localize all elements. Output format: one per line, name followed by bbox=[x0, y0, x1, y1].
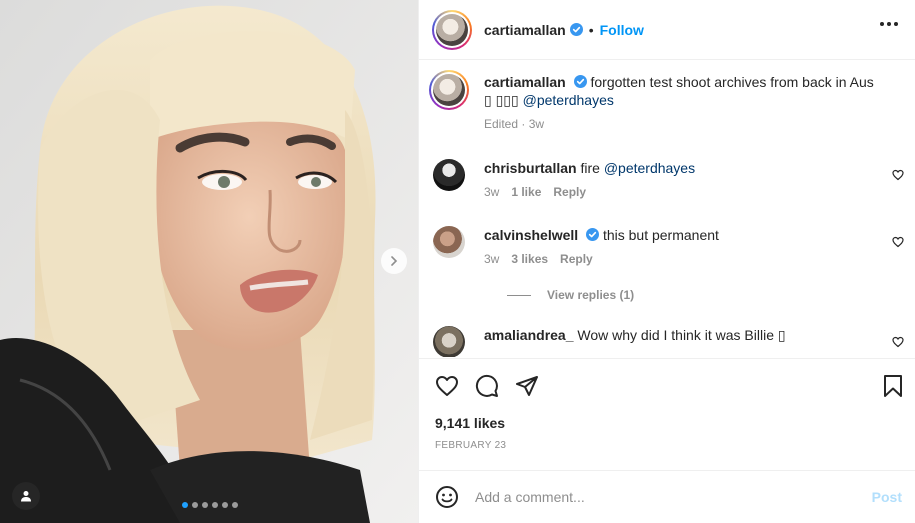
bookmark-icon[interactable] bbox=[881, 374, 905, 398]
commenter-avatar[interactable] bbox=[433, 326, 465, 357]
chevron-right-icon bbox=[391, 256, 398, 266]
next-photo-button[interactable] bbox=[381, 248, 407, 274]
carousel-dot bbox=[222, 502, 228, 508]
caption-time: 3w bbox=[528, 117, 545, 131]
carousel-dot bbox=[182, 502, 188, 508]
verified-badge-icon bbox=[586, 228, 600, 241]
view-replies-button[interactable]: View replies (1) bbox=[507, 288, 634, 302]
likes-count[interactable]: 9,141 likes bbox=[435, 415, 505, 431]
reply-button[interactable]: Reply bbox=[553, 185, 586, 199]
caption-row: cartiamallan forgotten test shoot archiv… bbox=[429, 70, 903, 131]
separator-dot: • bbox=[588, 21, 594, 38]
comment-input[interactable] bbox=[475, 489, 855, 505]
view-replies-label: View replies (1) bbox=[547, 288, 635, 302]
carousel-dot bbox=[202, 502, 208, 508]
comment-icon[interactable] bbox=[475, 374, 499, 398]
commenter-avatar[interactable] bbox=[433, 159, 465, 191]
comment-text: this but permanent bbox=[602, 227, 719, 243]
carousel-dot bbox=[212, 502, 218, 508]
author-avatar[interactable] bbox=[429, 70, 469, 110]
caption-mention[interactable]: @peterdhayes bbox=[523, 92, 614, 108]
comments-list[interactable]: cartiamallan forgotten test shoot archiv… bbox=[419, 61, 915, 357]
carousel-dot bbox=[232, 502, 238, 508]
edited-label: Edited bbox=[484, 117, 519, 131]
more-options-icon[interactable] bbox=[880, 22, 898, 26]
commenter-username[interactable]: chrisburtallan bbox=[484, 160, 577, 176]
post-media[interactable] bbox=[0, 0, 418, 523]
comment-row: chrisburtallan fire @peterdhayes 3w 1 li… bbox=[433, 159, 904, 199]
heart-icon[interactable] bbox=[892, 236, 904, 248]
comment-likes[interactable]: 3 likes bbox=[511, 252, 548, 266]
comment-text: Wow why did I think it was Billie ▯ bbox=[577, 327, 786, 343]
user-tags-button[interactable] bbox=[12, 482, 40, 510]
heart-icon[interactable] bbox=[435, 374, 459, 398]
emoji-icon[interactable] bbox=[435, 485, 459, 509]
post-comment-button[interactable]: Post bbox=[872, 489, 902, 505]
carousel-indicator bbox=[182, 502, 238, 508]
comment-mention[interactable]: @peterdhayes bbox=[604, 160, 695, 176]
caption-username[interactable]: cartiamallan bbox=[484, 74, 566, 90]
author-username[interactable]: cartiamallan bbox=[484, 22, 566, 38]
comment-time: 3w bbox=[484, 185, 500, 199]
commenter-avatar[interactable] bbox=[433, 226, 465, 258]
reply-button[interactable]: Reply bbox=[560, 252, 593, 266]
comment-row: amaliandrea_ Wow why did I think it was … bbox=[433, 326, 904, 357]
comment-likes[interactable]: 1 like bbox=[511, 185, 541, 199]
heart-icon[interactable] bbox=[892, 169, 904, 181]
follow-button[interactable]: Follow bbox=[600, 22, 644, 38]
share-icon[interactable] bbox=[515, 374, 539, 398]
post-header: cartiamallan • Follow bbox=[419, 0, 915, 60]
comment-row: calvinshelwell this but permanent 3w 3 l… bbox=[433, 226, 904, 266]
add-comment-bar: Post bbox=[419, 470, 915, 523]
user-tag-icon bbox=[21, 491, 31, 502]
heart-icon[interactable] bbox=[892, 336, 904, 348]
comment-time: 3w bbox=[484, 252, 500, 266]
verified-badge-icon bbox=[573, 75, 587, 88]
post-dialog: cartiamallan • Follow cartiamallan forgo… bbox=[0, 0, 915, 523]
post-photo bbox=[0, 0, 418, 523]
caption-meta: Edited · 3w bbox=[484, 117, 545, 131]
comment-text: fire bbox=[580, 160, 604, 176]
action-bar bbox=[419, 358, 915, 412]
verified-badge-icon bbox=[569, 23, 583, 36]
post-date: FEBRUARY 23 bbox=[435, 440, 507, 451]
commenter-username[interactable]: calvinshelwell bbox=[484, 227, 578, 243]
caption-text: cartiamallan forgotten test shoot archiv… bbox=[484, 73, 874, 109]
commenter-username[interactable]: amaliandrea_ bbox=[484, 327, 574, 343]
post-side-panel: cartiamallan • Follow cartiamallan forgo… bbox=[418, 0, 915, 523]
carousel-dot bbox=[192, 502, 198, 508]
author-avatar[interactable] bbox=[432, 9, 472, 50]
